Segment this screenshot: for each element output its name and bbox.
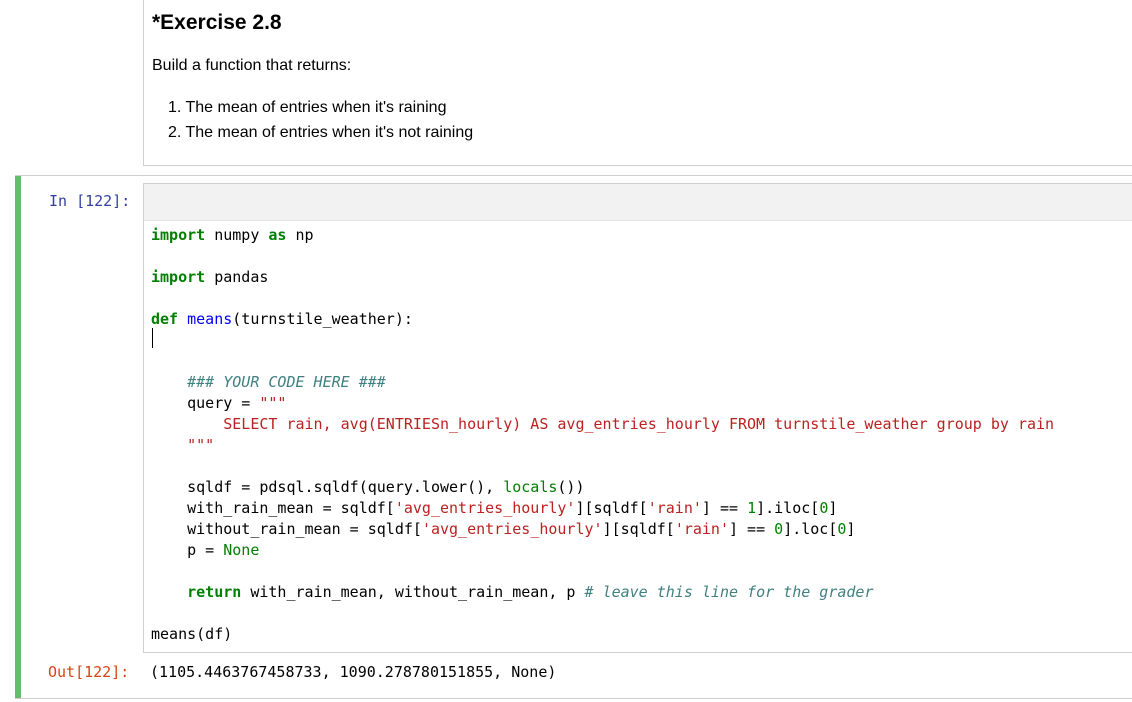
exercise-list: 1. The mean of entries when it's raining… [168, 97, 473, 147]
code-editor[interactable]: import numpy as np import pandas def mea… [143, 183, 1132, 653]
code-line: SELECT rain, avg(ENTRIESn_hourly) AS avg… [151, 415, 1055, 433]
code-line: query = """ [151, 394, 287, 412]
output-prompt: Out[122]: [48, 663, 130, 681]
code-cell[interactable]: In [122]: import numpy as np import pand… [15, 175, 1132, 699]
code-editor-header [144, 184, 1132, 221]
code-line: with_rain_mean = sqldf['avg_entries_hour… [151, 499, 838, 517]
exercise-title: *Exercise 2.8 [152, 11, 282, 34]
cell-selection-bar [15, 176, 21, 698]
code-line: return with_rain_mean, without_rain_mean… [187, 583, 874, 601]
input-prompt: In [122]: [49, 192, 131, 210]
list-item: 1. The mean of entries when it's raining [168, 99, 447, 116]
cell-output: (1105.4463767458733, 1090.278780151855, … [150, 663, 557, 681]
code-line: p = None [151, 541, 260, 559]
exercise-intro: Build a function that returns: [152, 57, 352, 74]
code-line: means(df) [151, 625, 233, 643]
markdown-cell[interactable]: *Exercise 2.8 Build a function that retu… [143, 0, 1132, 166]
code-line: ### YOUR CODE HERE ### [187, 373, 386, 391]
code-line: without_rain_mean = sqldf['avg_entries_h… [151, 520, 856, 538]
code-line: import numpy as np [151, 226, 314, 244]
text-cursor [152, 328, 153, 348]
code-line: import pandas [151, 268, 269, 286]
code-line: sqldf = pdsql.sqldf(query.lower(), local… [151, 478, 585, 496]
list-item: 2. The mean of entries when it's not rai… [168, 124, 474, 141]
code-line: def means(turnstile_weather): [151, 310, 413, 328]
code-line: """ [151, 436, 215, 454]
